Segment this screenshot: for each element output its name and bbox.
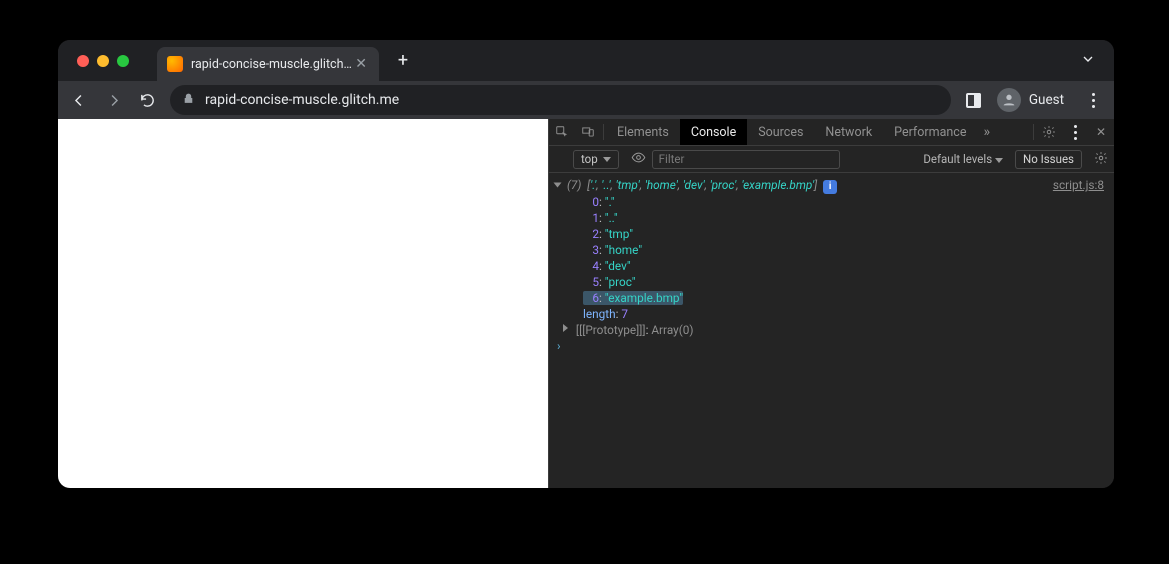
summary-item: 'home' [645,178,678,192]
console-output[interactable]: script.js:8 (7) ['.', '..', 'tmp', 'home… [549,173,1114,488]
devtools-toolbar: ElementsConsoleSourcesNetworkPerformance… [549,119,1114,146]
summary-item: 'dev' [683,178,705,192]
summary-item: 'tmp' [616,178,640,192]
window-controls [58,55,157,67]
maximize-window-button[interactable] [117,55,129,67]
live-expression-button[interactable] [631,150,646,168]
devtools-tab-sources[interactable]: Sources [747,119,814,145]
devtools-menu-button[interactable] [1062,119,1088,145]
info-badge-icon[interactable]: i [823,180,837,194]
close-tab-icon[interactable]: ✕ [353,56,369,72]
profile-chip[interactable]: Guest [993,85,1074,115]
expand-arrow-icon[interactable] [554,183,562,188]
array-entry-row[interactable]: 3: "home" [549,242,1114,258]
issues-button[interactable]: No Issues [1015,150,1082,169]
inspect-element-button[interactable] [549,119,575,145]
page-viewport[interactable] [58,119,548,488]
console-settings-button[interactable] [1094,151,1108,168]
avatar-icon [997,88,1021,112]
toolbar: rapid-concise-muscle.glitch.me Guest [58,81,1114,119]
array-entry-row[interactable]: 0: "." [549,194,1114,210]
array-entry-row[interactable]: 4: "dev" [549,258,1114,274]
devtools-close-button[interactable]: ✕ [1088,119,1114,145]
forward-button[interactable] [98,85,128,115]
devtools-tab-network[interactable]: Network [814,119,883,145]
tab-favicon [167,56,183,72]
expand-arrow-icon[interactable] [563,324,568,332]
address-bar[interactable]: rapid-concise-muscle.glitch.me [170,85,951,115]
source-link[interactable]: script.js:8 [1053,177,1104,193]
url-text: rapid-concise-muscle.glitch.me [205,92,399,108]
summary-item: 'proc' [710,178,737,192]
array-entry-row[interactable]: 1: ".." [549,210,1114,226]
devtools-tab-elements[interactable]: Elements [606,119,680,145]
tab-strip: rapid-concise-muscle.glitch.m ✕ + [58,40,1114,81]
browser-window: rapid-concise-muscle.glitch.m ✕ + rapid-… [58,40,1114,488]
console-log-summary[interactable]: script.js:8 (7) ['.', '..', 'tmp', 'home… [549,177,1114,194]
tab-title: rapid-concise-muscle.glitch.m [191,57,353,72]
devtools-tab-performance[interactable]: Performance [883,119,977,145]
profile-label: Guest [1029,92,1064,108]
browser-tab[interactable]: rapid-concise-muscle.glitch.m ✕ [157,47,379,81]
close-window-button[interactable] [77,55,89,67]
new-tab-button[interactable]: + [389,47,417,75]
filter-input[interactable] [652,150,840,169]
devtools-more-tabs[interactable]: » [977,124,996,140]
tabs-overflow-button[interactable] [1080,51,1096,71]
side-panel-button[interactable] [959,85,989,115]
devtools-panel: ElementsConsoleSourcesNetworkPerformance… [548,119,1114,488]
console-prompt[interactable]: › [549,338,1114,354]
length-row: length: 7 [549,306,1114,322]
back-button[interactable] [64,85,94,115]
context-selector[interactable]: top [573,150,619,169]
minimize-window-button[interactable] [97,55,109,67]
devtools-tab-console[interactable]: Console [680,119,747,145]
browser-menu-button[interactable] [1078,85,1108,115]
log-levels-selector[interactable]: Default levels [923,152,1003,166]
array-entry-row[interactable]: 5: "proc" [549,274,1114,290]
device-toolbar-button[interactable] [575,119,601,145]
content-area: ElementsConsoleSourcesNetworkPerformance… [58,119,1114,488]
summary-item: 'example.bmp' [741,178,814,192]
prototype-row[interactable]: [[[Prototype]]]: Array(0) [549,322,1114,338]
devtools-tabs: ElementsConsoleSourcesNetworkPerformance [606,119,977,145]
console-filter-bar: top Default levels No Issues [549,146,1114,173]
lock-icon [182,92,195,109]
devtools-settings-button[interactable] [1036,119,1062,145]
array-entry-row[interactable]: 2: "tmp" [549,226,1114,242]
array-entry-row[interactable]: 6: "example.bmp" [549,290,1114,306]
reload-button[interactable] [132,85,162,115]
